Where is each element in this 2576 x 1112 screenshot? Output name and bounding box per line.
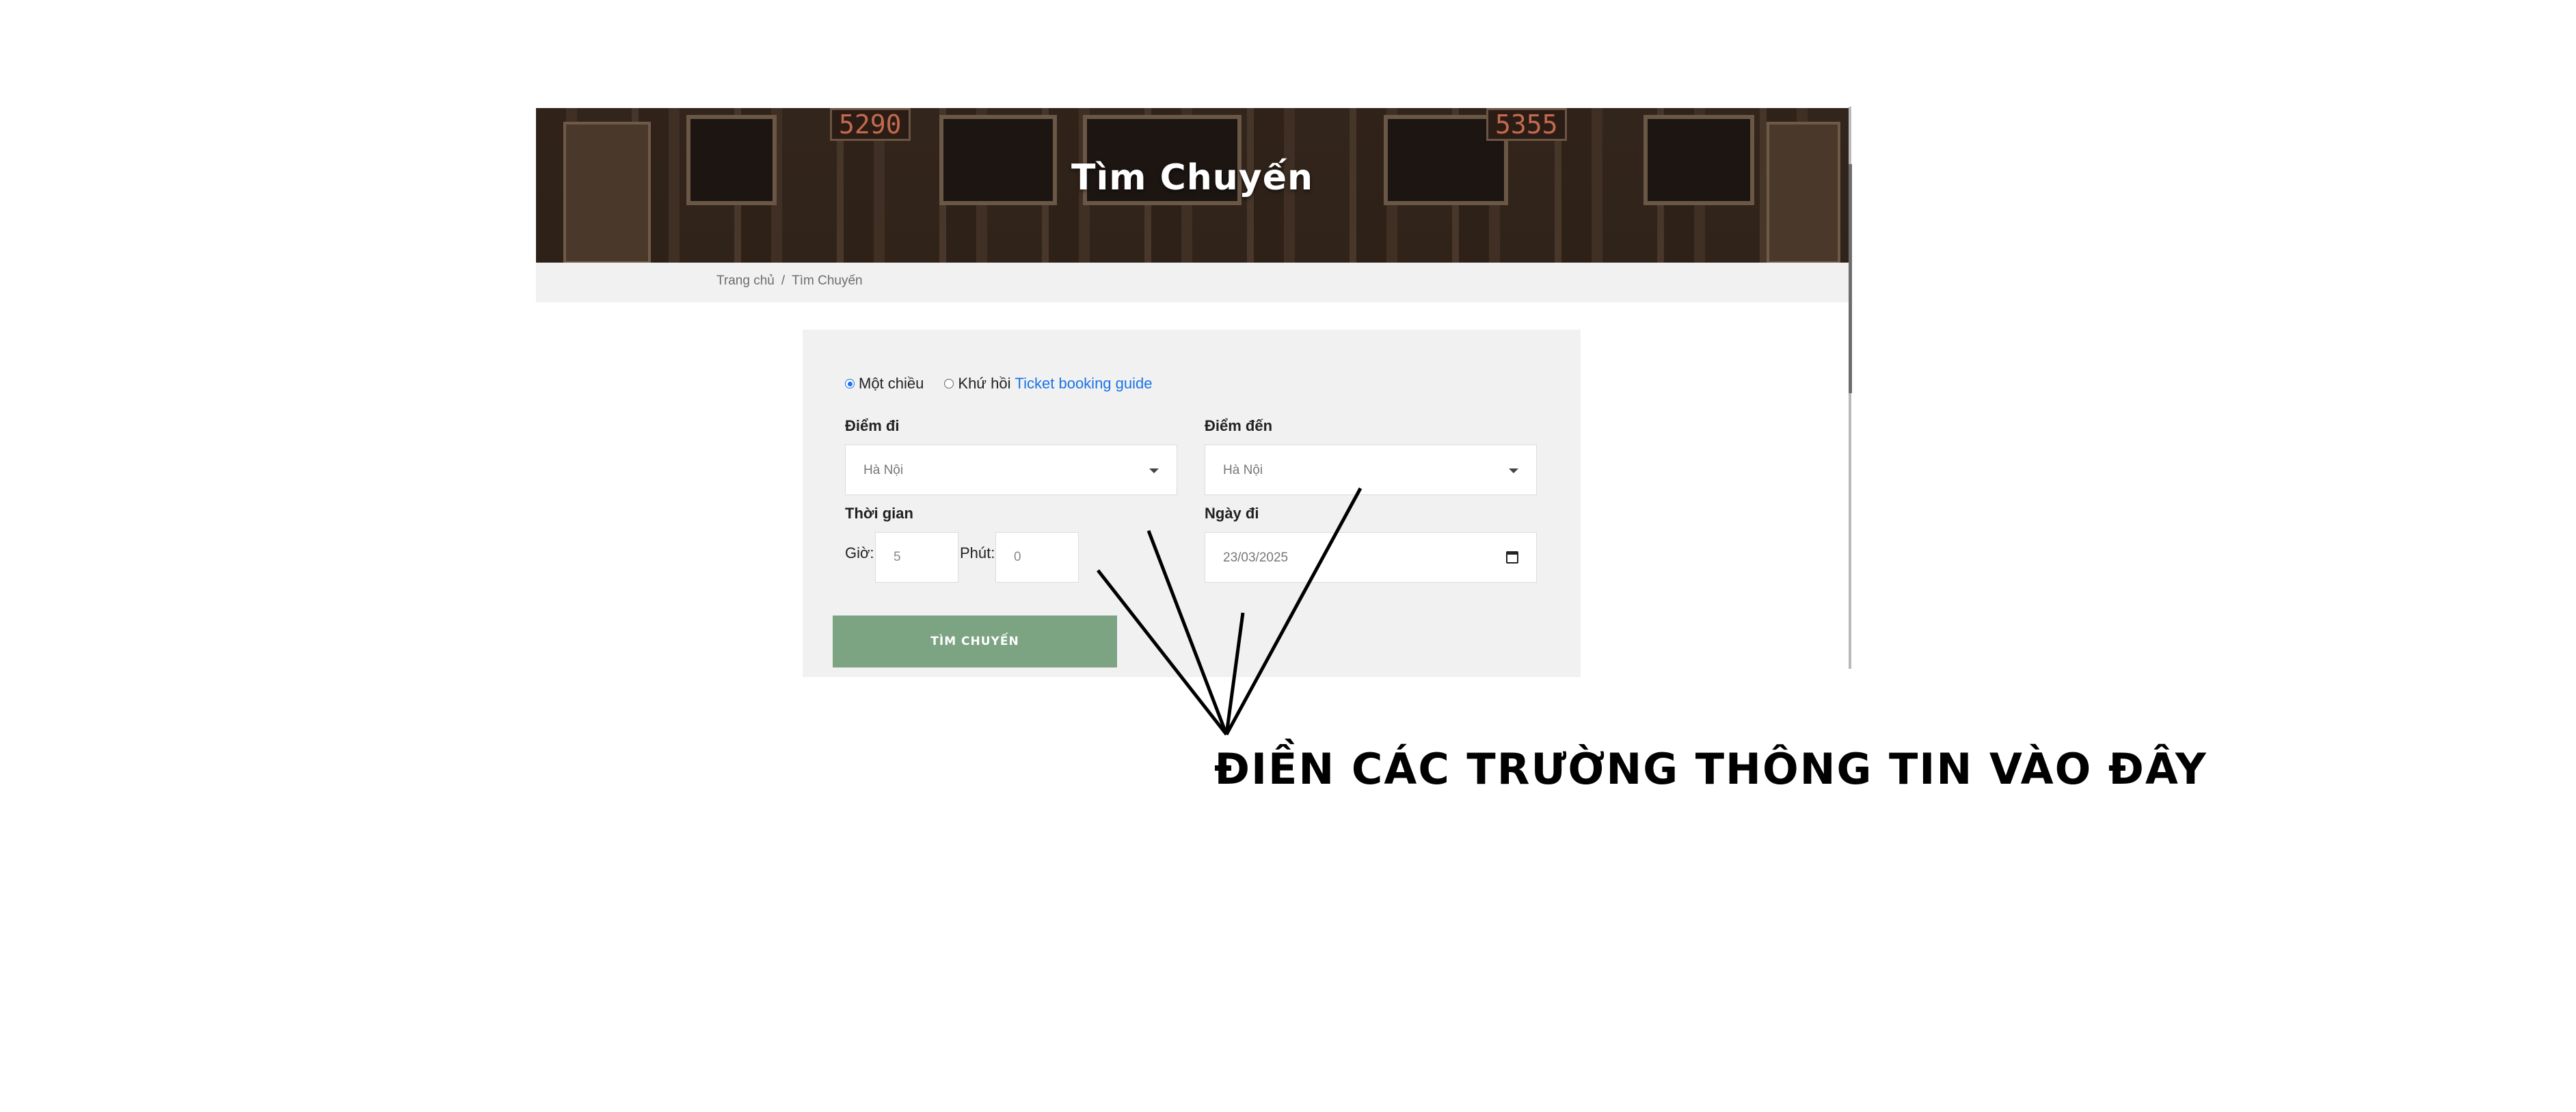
annotation-arrows: [1097, 487, 1363, 736]
annotation-line: [1224, 487, 1363, 736]
annotation-line: [1097, 569, 1228, 736]
annotation-caption: ĐIỀN CÁC TRƯỜNG THÔNG TIN VÀO ĐÂY: [1214, 744, 2208, 794]
annotation-line: [1146, 530, 1229, 735]
